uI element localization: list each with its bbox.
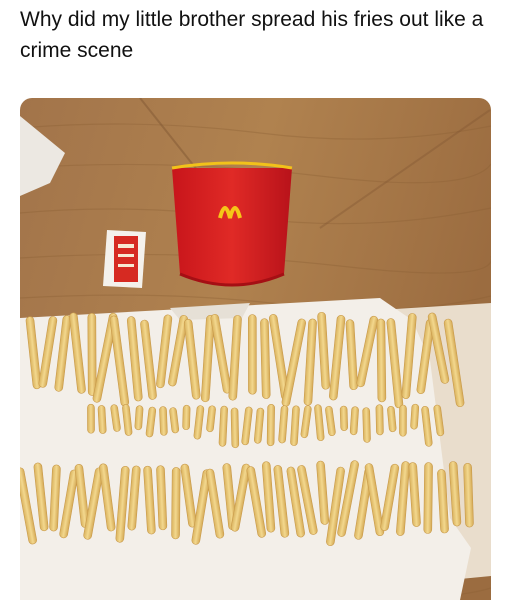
french-fry (171, 467, 181, 540)
french-fry (463, 462, 474, 528)
french-fry (410, 403, 420, 430)
french-fry (423, 462, 433, 534)
french-fry (97, 405, 107, 434)
fry-carton (171, 161, 293, 287)
french-fry (349, 406, 359, 436)
french-fry (159, 406, 168, 436)
french-fry (399, 404, 407, 437)
french-fry (339, 405, 348, 431)
french-fry (134, 405, 144, 431)
french-fry (376, 318, 387, 403)
parchment-paper (20, 298, 471, 600)
french-fry (182, 404, 191, 431)
post-photo[interactable]: M (20, 98, 491, 600)
french-fry (87, 312, 97, 396)
french-fry (266, 404, 275, 447)
french-fry (362, 407, 371, 443)
french-fry (248, 314, 257, 395)
ketchup-packet (103, 230, 146, 288)
french-fry (375, 404, 384, 436)
french-fry (87, 403, 95, 434)
post-caption: Why did my little brother spread his fri… (20, 8, 484, 62)
french-fry (230, 407, 240, 449)
french-fry (260, 318, 271, 399)
